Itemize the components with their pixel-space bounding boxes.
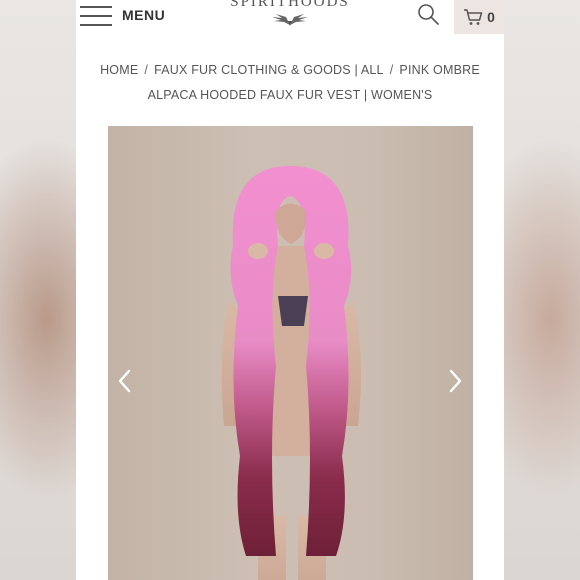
site-header: MENU SPIRITHOODS 0 <box>76 0 504 34</box>
product-image-carousel[interactable] <box>108 126 473 580</box>
menu-label: MENU <box>122 7 166 23</box>
breadcrumb-separator: / <box>144 63 149 77</box>
search-button[interactable] <box>416 3 440 27</box>
product-page: MENU SPIRITHOODS 0 HOME / FAUX FUR CLOTH… <box>76 0 504 580</box>
breadcrumb-home[interactable]: HOME <box>100 63 138 77</box>
hamburger-icon <box>80 4 112 26</box>
breadcrumb: HOME / FAUX FUR CLOTHING & GOODS | ALL / PIN… <box>96 58 484 108</box>
previous-image-button[interactable] <box>114 366 136 396</box>
cart-count: 0 <box>487 9 495 25</box>
menu-button[interactable]: MENU <box>80 0 180 30</box>
chevron-left-icon <box>118 369 131 393</box>
wings-logo-icon <box>272 14 308 26</box>
cart-button[interactable]: 0 <box>454 0 504 34</box>
site-logo[interactable]: SPIRITHOODS <box>226 0 354 27</box>
breadcrumb-category[interactable]: FAUX FUR CLOTHING & GOODS | ALL <box>154 63 384 77</box>
product-photo <box>221 166 362 580</box>
chevron-right-icon <box>449 369 462 393</box>
logo-text: SPIRITHOODS <box>230 0 350 10</box>
search-icon <box>418 4 439 25</box>
cart-icon <box>464 9 483 25</box>
next-image-button[interactable] <box>444 366 466 396</box>
breadcrumb-separator: / <box>389 63 394 77</box>
